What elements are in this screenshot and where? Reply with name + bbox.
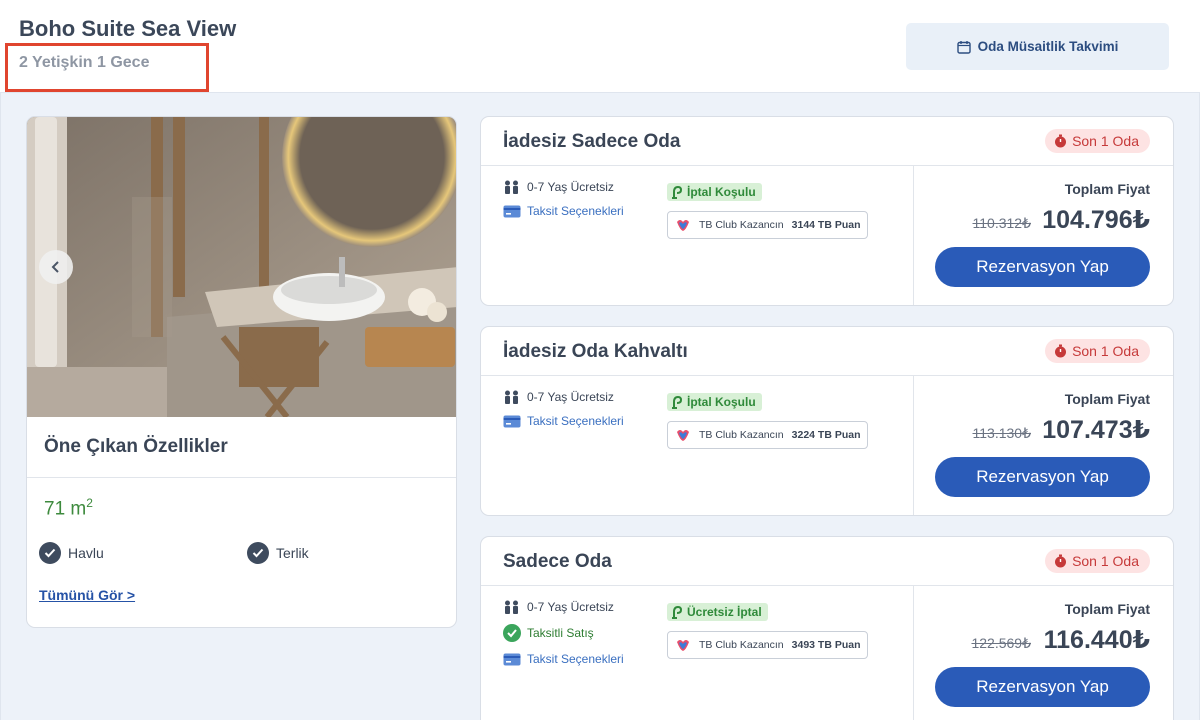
tb-club-points: 3493 TB Puan (791, 639, 861, 651)
check-icon (503, 624, 521, 642)
offer-price: 116.440₺ (1043, 626, 1150, 654)
total-price-label: Toplam Fiyat (1064, 391, 1150, 407)
total-price-label: Toplam Fiyat (1064, 601, 1150, 617)
timer-icon (1055, 554, 1067, 568)
reserve-button[interactable]: Rezervasyon Yap (935, 457, 1150, 497)
family-icon (505, 600, 518, 614)
child-policy-text: 0-7 Yaş Ücretsiz (527, 390, 614, 404)
amenity-label: Havlu (68, 545, 104, 561)
calendar-icon (956, 40, 971, 54)
last-room-badge: Son 1 Oda (1045, 549, 1150, 573)
total-price-label: Toplam Fiyat (1064, 181, 1150, 197)
room-photo (27, 117, 456, 417)
tb-club-earnings: TB Club Kazancın 3144 TB Puan (667, 211, 868, 239)
room-content: Öne Çıkan Özellikler 71 m2 Havlu Terlik … (0, 93, 1200, 720)
offer-divider (481, 375, 1173, 376)
tb-club-logo-icon (677, 430, 689, 441)
room-detail-page: Boho Suite Sea View 2 Yetişkin 1 Gece Od… (0, 0, 1200, 720)
cancel-policy-badge[interactable]: İptal Koşulu (667, 183, 762, 201)
cancel-policy-text: İptal Koşulu (687, 185, 756, 199)
last-room-text: Son 1 Oda (1072, 553, 1139, 569)
credit-card-icon (503, 415, 521, 427)
room-header: Boho Suite Sea View 2 Yetişkin 1 Gece Od… (0, 0, 1200, 93)
amenity-item: Terlik (247, 542, 309, 564)
offer-card: İadesiz Sadece Oda Son 1 Oda 0-7 Yaş Ücr… (480, 116, 1174, 306)
credit-card-icon (503, 205, 521, 217)
installment-options-link[interactable]: Taksit Seçenekleri (503, 652, 624, 666)
offer-card: İadesiz Oda Kahvaltı Son 1 Oda 0-7 Yaş Ü… (480, 326, 1174, 516)
cancel-policy-icon (672, 185, 683, 199)
family-icon (505, 180, 518, 194)
offer-column-divider (913, 165, 914, 305)
installment-options-text: Taksit Seçenekleri (527, 652, 624, 666)
tb-club-points: 3144 TB Puan (791, 219, 861, 231)
last-room-badge: Son 1 Oda (1045, 339, 1150, 363)
features-divider (27, 477, 456, 478)
chevron-left-icon (51, 261, 59, 273)
check-icon (247, 542, 269, 564)
old-price: 122.569₺ (971, 635, 1031, 651)
last-room-badge: Son 1 Oda (1045, 129, 1150, 153)
child-policy: 0-7 Yaş Ücretsiz (503, 390, 614, 404)
offer-title: İadesiz Oda Kahvaltı (503, 341, 688, 362)
room-area-value: 71 m (44, 498, 87, 520)
offer-column-divider (913, 585, 914, 720)
child-policy-text: 0-7 Yaş Ücretsiz (527, 180, 614, 194)
reserve-button[interactable]: Rezervasyon Yap (935, 247, 1150, 287)
offer-title: Sadece Oda (503, 551, 612, 572)
tb-club-text: TB Club Kazancın (699, 639, 784, 651)
child-policy: 0-7 Yaş Ücretsiz (503, 600, 614, 614)
offer-price: 104.796₺ (1042, 206, 1150, 234)
offer-price: 107.473₺ (1042, 416, 1150, 444)
cancel-policy-badge[interactable]: Ücretsiz İptal (667, 603, 768, 621)
child-policy: 0-7 Yaş Ücretsiz (503, 180, 614, 194)
offer-card: Sadece Oda Son 1 Oda 0-7 Yaş Ücretsiz Ta… (480, 536, 1174, 720)
amenity-item: Havlu (39, 542, 104, 564)
child-policy-text: 0-7 Yaş Ücretsiz (527, 600, 614, 614)
calendar-button-label: Oda Müsaitlik Takvimi (977, 39, 1119, 54)
room-title: Boho Suite Sea View (19, 16, 237, 41)
highlight-annotation (5, 43, 209, 92)
installment-options-link[interactable]: Taksit Seçenekleri (503, 414, 624, 428)
check-icon (39, 542, 61, 564)
installment-sale: Taksitli Satış (503, 624, 594, 642)
cancel-policy-icon (672, 605, 683, 619)
amenity-label: Terlik (276, 545, 309, 561)
offer-title: İadesiz Sadece Oda (503, 131, 681, 152)
tb-club-earnings: TB Club Kazancın 3224 TB Puan (667, 421, 868, 449)
timer-icon (1055, 344, 1067, 358)
credit-card-icon (503, 653, 521, 665)
last-room-text: Son 1 Oda (1072, 133, 1139, 149)
installment-options-text: Taksit Seçenekleri (527, 204, 624, 218)
room-area-unit: 2 (86, 496, 93, 510)
cancel-policy-badge[interactable]: İptal Koşulu (667, 393, 762, 411)
availability-calendar-button[interactable]: Oda Müsaitlik Takvimi (906, 23, 1169, 70)
last-room-text: Son 1 Oda (1072, 343, 1139, 359)
family-icon (505, 390, 518, 404)
cancel-policy-text: Ücretsiz İptal (687, 605, 762, 619)
offer-column-divider (913, 375, 914, 515)
tb-club-text: TB Club Kazancın (699, 429, 784, 441)
installment-sale-text: Taksitli Satış (527, 626, 594, 640)
features-title: Öne Çıkan Özellikler (44, 436, 228, 457)
see-all-features-link[interactable]: Tümünü Gör > (39, 587, 135, 603)
installment-options-link[interactable]: Taksit Seçenekleri (503, 204, 624, 218)
offer-divider (481, 585, 1173, 586)
tb-club-points: 3224 TB Puan (791, 429, 861, 441)
cancel-policy-text: İptal Koşulu (687, 395, 756, 409)
timer-icon (1055, 134, 1067, 148)
tb-club-logo-icon (677, 220, 689, 231)
room-area: 71 m2 (44, 496, 93, 520)
old-price: 113.130₺ (972, 425, 1031, 441)
room-feature-card: Öne Çıkan Özellikler 71 m2 Havlu Terlik … (26, 116, 457, 628)
cancel-policy-icon (672, 395, 683, 409)
photo-prev-button[interactable] (39, 250, 73, 284)
reserve-button[interactable]: Rezervasyon Yap (935, 667, 1150, 707)
installment-options-text: Taksit Seçenekleri (527, 414, 624, 428)
tb-club-logo-icon (677, 640, 689, 651)
offer-divider (481, 165, 1173, 166)
tb-club-earnings: TB Club Kazancın 3493 TB Puan (667, 631, 868, 659)
tb-club-text: TB Club Kazancın (699, 219, 784, 231)
old-price: 110.312₺ (972, 215, 1031, 231)
